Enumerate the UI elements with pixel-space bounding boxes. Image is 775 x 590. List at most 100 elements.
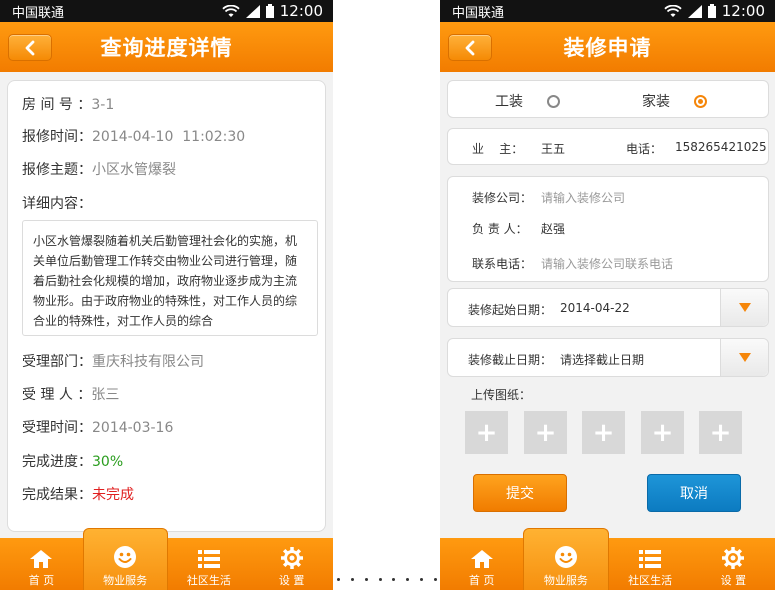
home-icon bbox=[470, 550, 493, 568]
cancel-button[interactable]: 取消 bbox=[647, 474, 741, 512]
handler-value: 张三 bbox=[91, 387, 120, 403]
wifi-icon bbox=[222, 4, 240, 17]
manager-label: 负 责 人： bbox=[472, 222, 528, 236]
gear-icon bbox=[280, 547, 303, 569]
detail-label: 详细内容： bbox=[22, 196, 92, 212]
upload-slot-1[interactable]: + bbox=[465, 411, 508, 454]
back-arrow-icon bbox=[25, 40, 35, 55]
detail-content: 小区水管爆裂随着机关后勤管理社会化的实施，机关单位后勤管理工作转交由物业公司进行… bbox=[22, 220, 318, 336]
type-option-home[interactable]: 家装 bbox=[642, 91, 707, 111]
owner-panel: 业 主： 王五 电话： 158265421025 bbox=[447, 128, 769, 165]
handler-row: 受 理 人 ：张三 bbox=[22, 387, 120, 403]
title-bar: 装修申请 bbox=[440, 22, 775, 72]
owner-label: 业 主： bbox=[472, 142, 524, 156]
clock: 12:00 bbox=[279, 2, 323, 20]
detail-card: 房 间 号 ：3-1 报修时间：2014-04-10 11:02:30 报修主题… bbox=[7, 80, 326, 532]
upload-slot-2[interactable]: + bbox=[524, 411, 567, 454]
radio-home[interactable] bbox=[694, 94, 707, 108]
tab-settings[interactable]: 设 置 bbox=[250, 538, 333, 590]
accept-time-row: 受理时间：2014-03-16 bbox=[22, 420, 174, 436]
upload-label: 上传图纸： bbox=[471, 388, 532, 402]
progress-detail-screen: 中国联通 12:00 查询进度详情 房 间 号 ：3-1 报修时间：2014-0… bbox=[0, 0, 333, 590]
smiley-icon bbox=[114, 546, 137, 568]
company-label: 装修公司： bbox=[472, 191, 533, 205]
renovation-application-screen: 中国联通 12:00 装修申请 工装 家装 业 主： 王五 电话： 158265… bbox=[440, 0, 775, 590]
bottom-tab-bar: 首 页 物业服务 社区生活 设 置 bbox=[440, 528, 775, 590]
upload-slot-4[interactable]: + bbox=[641, 411, 684, 454]
report-subject-row: 报修主题：小区水管爆裂 bbox=[22, 162, 176, 178]
dot bbox=[406, 578, 410, 581]
end-date-label: 装修截止日期： bbox=[468, 353, 553, 367]
phone-value: 158265421025 bbox=[675, 140, 767, 154]
status-bar: 中国联通 12:00 bbox=[440, 0, 775, 22]
tab-home[interactable]: 首 页 bbox=[0, 538, 83, 590]
back-arrow-icon bbox=[465, 40, 475, 55]
clock: 12:00 bbox=[721, 2, 765, 20]
end-date-picker[interactable]: 装修截止日期： 请选择截止日期 bbox=[447, 338, 769, 377]
dot bbox=[378, 578, 382, 581]
result-value: 未完成 bbox=[92, 487, 134, 503]
room-value: 3-1 bbox=[91, 97, 115, 113]
carrier-label: 中国联通 bbox=[452, 5, 505, 21]
radio-commercial[interactable] bbox=[547, 94, 560, 108]
smiley-icon bbox=[554, 546, 577, 568]
start-date-value: 2014-04-22 bbox=[560, 301, 630, 315]
signal-icon bbox=[687, 4, 702, 18]
tab-property-service[interactable]: 物业服务 bbox=[82, 528, 168, 590]
page-dots bbox=[337, 578, 437, 582]
upload-slot-3[interactable]: + bbox=[582, 411, 625, 454]
contact-phone-input[interactable]: 请输入装修公司联系电话 bbox=[541, 255, 673, 272]
dept-value: 重庆科技有限公司 bbox=[92, 354, 204, 370]
tab-community-life[interactable]: 社区生活 bbox=[609, 538, 692, 590]
dept-row: 受理部门：重庆科技有限公司 bbox=[22, 354, 204, 370]
dot bbox=[392, 578, 396, 581]
submit-button[interactable]: 提交 bbox=[473, 474, 567, 512]
progress-row: 完成进度：30% bbox=[22, 454, 124, 470]
carrier-label: 中国联通 bbox=[12, 5, 65, 21]
page-title: 装修申请 bbox=[563, 36, 652, 60]
tab-home[interactable]: 首 页 bbox=[440, 538, 523, 590]
list-icon bbox=[639, 550, 662, 568]
report-time-row: 报修时间：2014-04-10 11:02:30 bbox=[22, 129, 246, 145]
wifi-icon bbox=[664, 4, 682, 17]
report-subject-value: 小区水管爆裂 bbox=[92, 162, 176, 178]
progress-value: 30% bbox=[92, 454, 124, 470]
tab-settings[interactable]: 设 置 bbox=[692, 538, 775, 590]
phone-label: 电话： bbox=[626, 142, 663, 156]
result-row: 完成结果：未完成 bbox=[22, 487, 134, 503]
accept-time-value: 2014-03-16 bbox=[92, 420, 174, 436]
room-row: 房 间 号 ：3-1 bbox=[22, 97, 115, 113]
end-date-value: 请选择截止日期 bbox=[560, 353, 645, 367]
manager-input[interactable]: 赵强 bbox=[541, 220, 565, 237]
upload-slot-5[interactable]: + bbox=[699, 411, 742, 454]
start-date-picker[interactable]: 装修起始日期： 2014-04-22 bbox=[447, 288, 769, 327]
battery-icon bbox=[265, 4, 274, 18]
start-date-label: 装修起始日期： bbox=[468, 303, 553, 317]
owner-value: 王五 bbox=[541, 142, 566, 156]
back-button[interactable] bbox=[8, 34, 52, 61]
dropdown-triangle-icon bbox=[738, 353, 751, 362]
bottom-tab-bar: 首 页 物业服务 社区生活 设 置 bbox=[0, 528, 333, 590]
status-bar: 中国联通 12:00 bbox=[0, 0, 333, 22]
type-option-commercial[interactable]: 工装 bbox=[495, 91, 560, 111]
renovation-type-selector: 工装 家装 bbox=[447, 80, 769, 118]
page-title: 查询进度详情 bbox=[100, 36, 233, 60]
dot bbox=[337, 578, 340, 581]
start-date-dropdown-button[interactable] bbox=[720, 289, 768, 326]
back-button[interactable] bbox=[448, 34, 492, 61]
dot bbox=[350, 578, 354, 581]
dot bbox=[433, 578, 437, 581]
gear-icon bbox=[722, 547, 745, 569]
end-date-dropdown-button[interactable] bbox=[720, 339, 768, 376]
report-time-value: 2014-04-10 11:02:30 bbox=[92, 129, 246, 145]
dot bbox=[364, 578, 368, 581]
title-bar: 查询进度详情 bbox=[0, 22, 333, 72]
tab-community-life[interactable]: 社区生活 bbox=[168, 538, 251, 590]
signal-icon bbox=[245, 4, 260, 18]
list-icon bbox=[197, 550, 220, 568]
dropdown-triangle-icon bbox=[738, 303, 751, 312]
dot bbox=[420, 578, 424, 581]
home-icon bbox=[30, 550, 53, 568]
tab-property-service[interactable]: 物业服务 bbox=[523, 528, 609, 590]
company-input[interactable]: 请输入装修公司 bbox=[541, 189, 625, 206]
